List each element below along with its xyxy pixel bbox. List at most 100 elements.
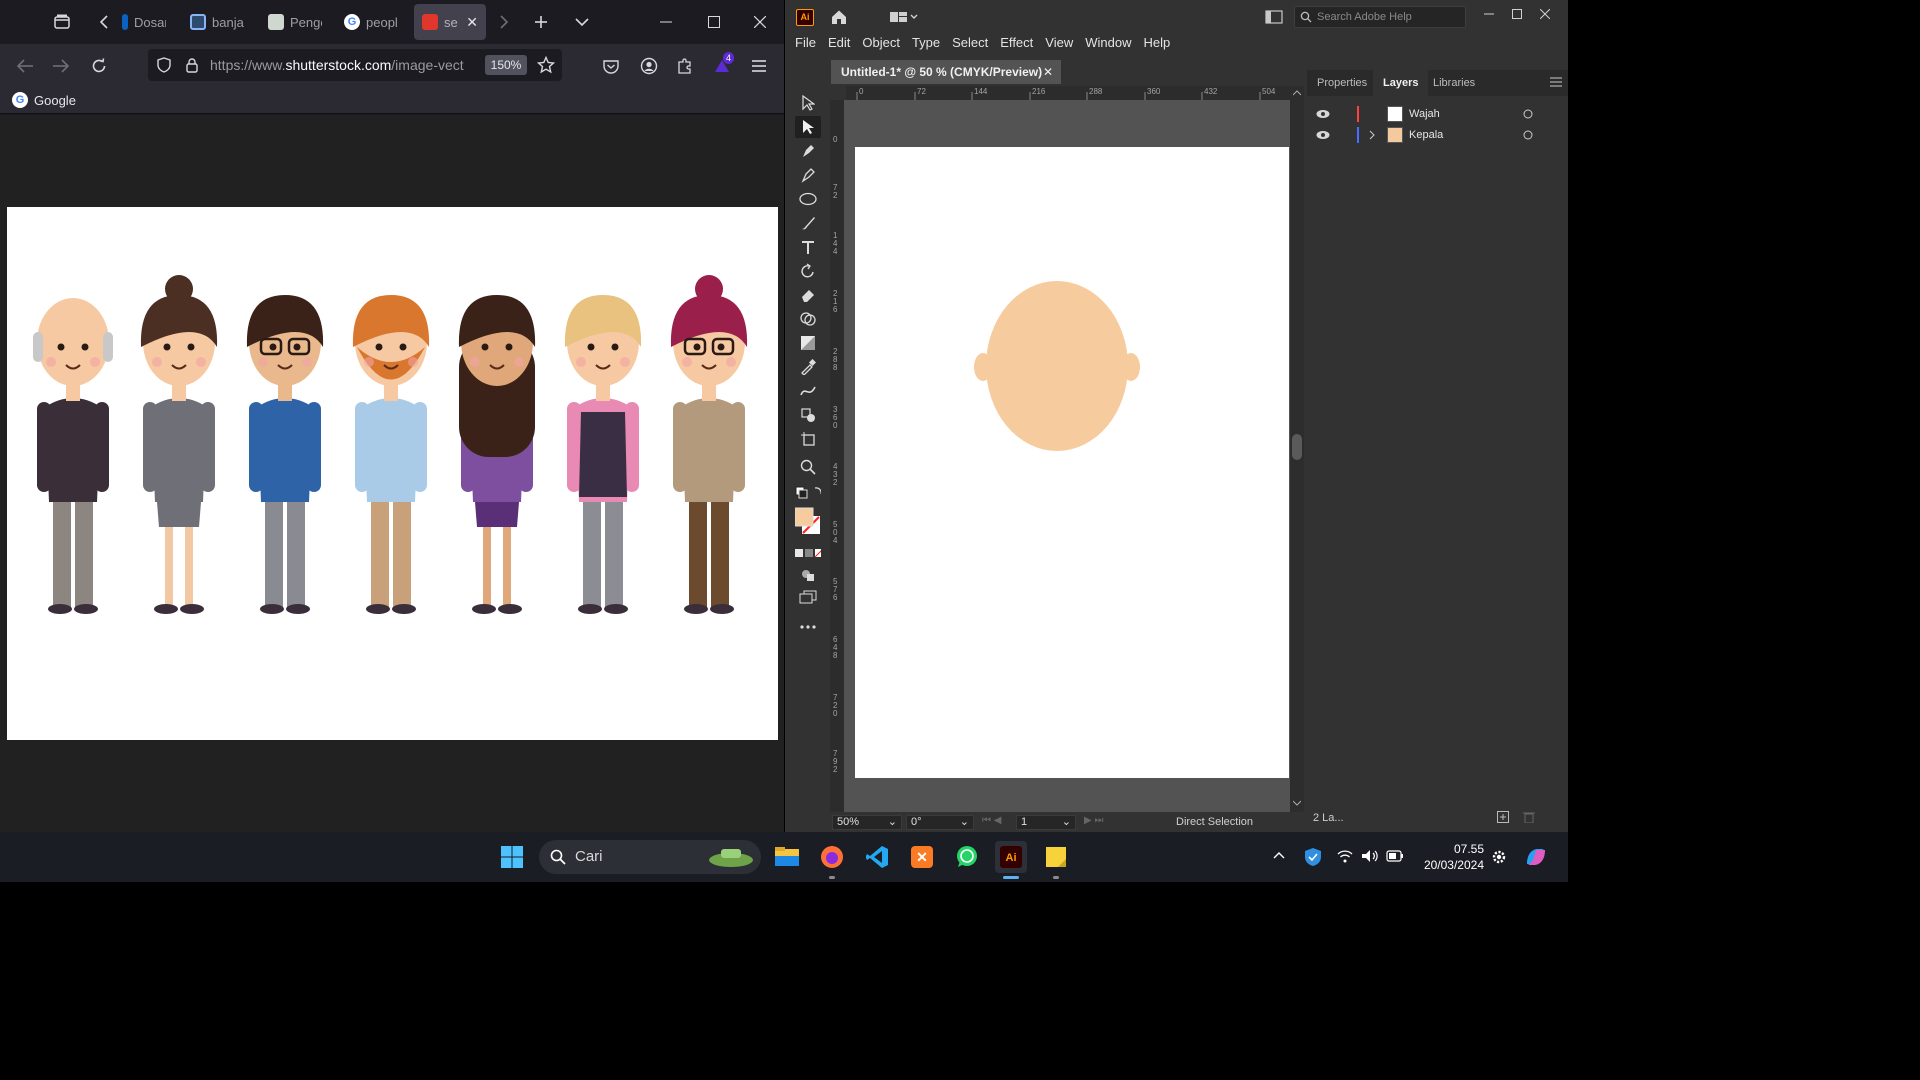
menu-type[interactable]: Type <box>912 34 946 54</box>
list-all-tabs-icon[interactable] <box>568 8 596 36</box>
tab-people[interactable]: G peopl <box>336 4 408 40</box>
vertical-ruler[interactable]: 0 72 144 216 288 360 432 504 576 648 720… <box>830 100 844 812</box>
rotate-tool-icon[interactable] <box>795 260 821 282</box>
curvature-tool-icon[interactable] <box>795 164 821 186</box>
artboard-tool-icon[interactable] <box>795 428 821 450</box>
eraser-tool-icon[interactable] <box>795 284 821 306</box>
account-icon[interactable] <box>635 52 663 80</box>
pen-tool-icon[interactable] <box>795 140 821 162</box>
xampp-icon[interactable]: ✕ <box>906 841 938 873</box>
pocket-icon[interactable] <box>597 52 625 80</box>
expand-layer-chevron-icon[interactable] <box>1369 130 1375 140</box>
menu-effect[interactable]: Effect <box>1000 34 1039 54</box>
color-mode-icons[interactable] <box>795 542 821 564</box>
url-text[interactable]: https://www.shutterstock.com/image-vect <box>210 57 472 73</box>
drawing-modes-icon[interactable] <box>795 564 821 586</box>
layer-row-kepala[interactable]: Kepala <box>1309 125 1549 146</box>
visibility-eye-icon[interactable] <box>1316 109 1330 119</box>
ellipse-tool-icon[interactable] <box>795 188 821 210</box>
tab-penge[interactable]: Penge <box>260 4 330 40</box>
screen-mode-icon[interactable] <box>795 586 821 608</box>
scroll-thumb[interactable] <box>1292 434 1302 460</box>
reload-icon[interactable] <box>85 52 113 80</box>
delete-layer-icon[interactable] <box>1523 811 1535 823</box>
hamburger-menu-icon[interactable] <box>745 52 773 80</box>
menu-window[interactable]: Window <box>1085 34 1137 54</box>
home-icon[interactable] <box>825 3 853 31</box>
selection-tool-icon[interactable] <box>795 92 821 114</box>
menu-file[interactable]: File <box>795 34 822 54</box>
tab-overview-icon[interactable] <box>48 8 76 36</box>
shape-builder-tool-icon[interactable] <box>795 308 821 330</box>
rotation-select[interactable]: 0° ⌄ <box>906 815 974 830</box>
zoom-level-button[interactable]: 150% <box>485 55 527 75</box>
tab-libraries[interactable]: Libraries <box>1423 70 1485 96</box>
url-bar[interactable]: https://www.shutterstock.com/image-vect … <box>148 49 562 81</box>
tab-properties[interactable]: Properties <box>1307 70 1377 96</box>
canvas-area[interactable] <box>844 100 1290 812</box>
menu-help[interactable]: Help <box>1143 34 1176 54</box>
tab-dosan[interactable]: Dosan <box>114 4 174 40</box>
tracking-protection-shield-icon[interactable] <box>150 51 178 79</box>
extension-badge-icon[interactable]: 4 <box>708 52 736 80</box>
artboard-number-select[interactable]: 1 ⌄ <box>1016 815 1076 830</box>
menu-select[interactable]: Select <box>952 34 994 54</box>
close-document-icon[interactable]: ✕ <box>1043 60 1053 84</box>
start-button[interactable] <box>496 841 528 873</box>
sticky-notes-icon[interactable] <box>1040 841 1072 879</box>
panel-menu-icon[interactable] <box>1550 77 1562 87</box>
back-icon[interactable] <box>11 52 39 80</box>
swap-colors-icon[interactable] <box>795 484 821 500</box>
menu-edit[interactable]: Edit <box>828 34 856 54</box>
artboard[interactable] <box>855 147 1289 778</box>
scroll-up-icon[interactable] <box>1293 90 1301 96</box>
bookmark-star-icon[interactable] <box>532 51 560 79</box>
system-clock[interactable]: 07.55 20/03/2024 <box>1414 841 1484 873</box>
settings-gear-icon[interactable] <box>1491 849 1507 865</box>
scroll-tabs-right-icon[interactable] <box>490 8 518 36</box>
minimize-icon[interactable] <box>1475 0 1503 28</box>
scroll-down-icon[interactable] <box>1293 800 1301 806</box>
direct-selection-tool-icon[interactable] <box>795 116 821 138</box>
battery-icon[interactable] <box>1386 850 1404 862</box>
lock-icon[interactable] <box>178 51 206 79</box>
maximize-icon[interactable] <box>700 8 728 36</box>
gradient-tool-icon[interactable] <box>795 332 821 354</box>
paintbrush-tool-icon[interactable] <box>795 212 821 234</box>
bookmark-google[interactable]: G Google <box>12 92 76 108</box>
fill-stroke-swatch[interactable] <box>795 506 821 540</box>
security-shield-icon[interactable] <box>1304 847 1322 867</box>
whatsapp-icon[interactable] <box>951 841 983 873</box>
firefox-taskbar-icon[interactable] <box>816 841 848 879</box>
layer-row-wajah[interactable]: Wajah <box>1309 104 1549 125</box>
show-hidden-icons-chevron-icon[interactable] <box>1273 851 1285 859</box>
extensions-icon[interactable] <box>671 52 699 80</box>
taskbar-search[interactable]: Cari <box>539 840 761 874</box>
workspace-switcher-icon[interactable] <box>1260 3 1288 31</box>
visibility-eye-icon[interactable] <box>1316 130 1330 140</box>
tab-layers[interactable]: Layers <box>1373 70 1429 96</box>
tab-shutterstock[interactable]: set ✕ <box>414 4 486 40</box>
search-adobe-help-input[interactable]: Search Adobe Help <box>1294 6 1466 28</box>
minimize-icon[interactable] <box>652 8 680 36</box>
wifi-icon[interactable] <box>1337 849 1353 863</box>
people-illustration[interactable] <box>7 207 778 740</box>
copilot-icon[interactable] <box>1524 846 1548 868</box>
arrange-documents-icon[interactable] <box>883 3 923 31</box>
head-shape[interactable] <box>986 281 1128 451</box>
zoom-tool-icon[interactable] <box>795 456 821 478</box>
horizontal-ruler[interactable]: 0 72 144 216 288 360 432 504 <box>846 86 1292 100</box>
file-explorer-icon[interactable] <box>771 841 803 873</box>
vertical-scrollbar[interactable] <box>1290 86 1304 812</box>
volume-icon[interactable] <box>1361 849 1379 863</box>
current-tool-label[interactable]: Direct Selection <box>1176 816 1253 828</box>
layer-target-icon[interactable] <box>1523 109 1533 119</box>
forward-icon[interactable] <box>47 52 75 80</box>
symbol-sprayer-tool-icon[interactable] <box>795 404 821 426</box>
close-tab-icon[interactable]: ✕ <box>466 14 478 31</box>
type-tool-icon[interactable] <box>795 236 821 258</box>
layer-target-icon[interactable] <box>1523 130 1533 140</box>
maximize-icon[interactable] <box>1503 0 1531 28</box>
zoom-select[interactable]: 50% ⌄ <box>832 815 902 830</box>
artboard-next-last-icons[interactable]: ▶ ⏭ <box>1084 815 1103 826</box>
